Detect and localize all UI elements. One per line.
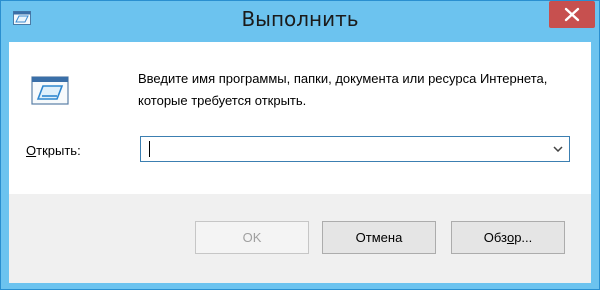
- dialog-description: Введите имя программы, папки, документа …: [138, 71, 548, 108]
- dialog-content-panel: Введите имя программы, папки, документа …: [9, 42, 591, 194]
- run-icon: [31, 76, 69, 106]
- ok-button[interactable]: OK: [195, 221, 309, 254]
- cancel-button-label: Отмена: [355, 230, 403, 245]
- title-bar[interactable]: Выполнить: [1, 1, 599, 42]
- run-dialog-window: Выполнить Введите имя программы, папки, …: [0, 0, 600, 290]
- browse-button-accelerator: о: [506, 230, 515, 245]
- window-title: Выполнить: [241, 7, 359, 31]
- open-label-accelerator: О: [26, 143, 37, 158]
- browse-button-label-post: р...: [514, 230, 533, 245]
- text-caret: [149, 141, 150, 157]
- dialog-client-area: Введите имя программы, папки, документа …: [9, 42, 591, 283]
- close-button[interactable]: [549, 1, 595, 28]
- open-combobox[interactable]: [140, 136, 570, 162]
- browse-button-label-pre: Обз: [483, 230, 507, 245]
- close-icon: [549, 1, 595, 28]
- cancel-button[interactable]: Отмена: [322, 221, 436, 254]
- browse-button[interactable]: Обз о р...: [451, 221, 565, 254]
- chevron-down-icon: [553, 146, 563, 152]
- open-label-text: ткрыть:: [36, 143, 81, 158]
- open-input[interactable]: [143, 138, 551, 160]
- ok-button-label: OK: [242, 230, 262, 245]
- dropdown-button[interactable]: [550, 141, 566, 157]
- open-label: Открыть:: [26, 143, 81, 158]
